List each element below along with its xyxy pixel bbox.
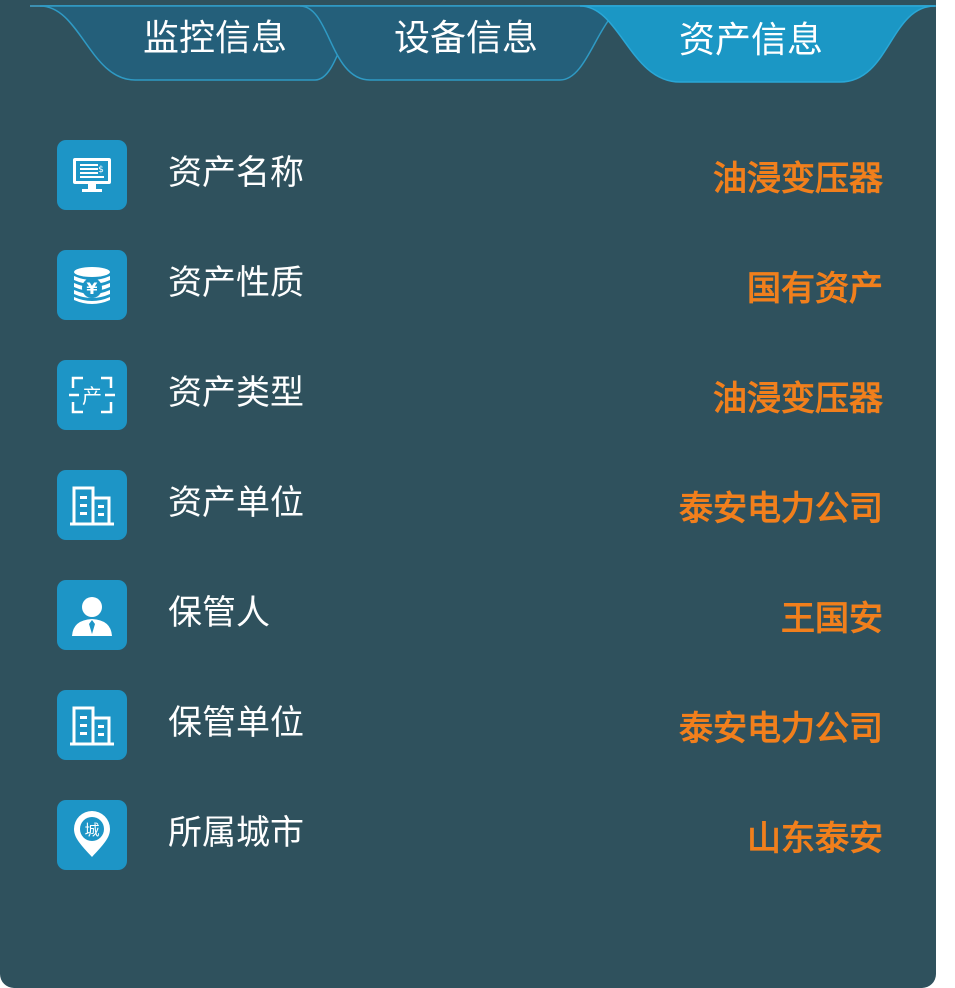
- info-row-custody-unit: 保管单位 泰安电力公司: [57, 690, 883, 760]
- info-row-asset-nature: ¥ 资产性质 国有资产: [57, 250, 883, 320]
- location-pin-icon: 城: [57, 800, 127, 870]
- building-icon: [57, 470, 127, 540]
- tab-device-info[interactable]: 设备信息: [391, 14, 541, 64]
- row-label: 资产类型: [168, 373, 304, 413]
- tab-bar: 监控信息 设备信息 资产信息: [0, 0, 936, 90]
- row-label: 保管人: [168, 593, 270, 633]
- row-value: 油浸变压器: [713, 159, 883, 199]
- person-icon: [57, 580, 127, 650]
- asset-type-icon: 产: [57, 360, 127, 430]
- info-row-asset-type: 产 资产类型 油浸变压器: [57, 360, 883, 430]
- pin-glyph: 城: [84, 821, 99, 839]
- row-label: 所属城市: [168, 813, 304, 853]
- asset-info-panel: 监控信息 设备信息 资产信息 $ 资产名称 油浸变压器 ¥ 资产性质 国有资产 …: [0, 0, 936, 988]
- info-row-asset-unit: 资产单位 泰安电力公司: [57, 470, 883, 540]
- monitor-icon: $: [57, 140, 127, 210]
- tab-asset-info[interactable]: 资产信息: [676, 16, 826, 66]
- row-label: 资产单位: [168, 483, 304, 523]
- row-value: 山东泰安: [747, 819, 883, 859]
- row-value: 油浸变压器: [713, 379, 883, 419]
- row-label: 资产名称: [168, 153, 304, 193]
- row-value: 国有资产: [747, 269, 883, 309]
- row-value: 王国安: [781, 599, 883, 639]
- info-row-city: 城 所属城市 山东泰安: [57, 800, 883, 870]
- coins-yen-icon: ¥: [57, 250, 127, 320]
- tab-monitor-info[interactable]: 监控信息: [140, 14, 290, 64]
- row-value: 泰安电力公司: [679, 489, 883, 529]
- svg-text:$: $: [98, 165, 104, 175]
- row-label: 资产性质: [168, 263, 304, 303]
- info-row-custodian: 保管人 王国安: [57, 580, 883, 650]
- building-icon: [57, 690, 127, 760]
- info-row-asset-name: $ 资产名称 油浸变压器: [57, 140, 883, 210]
- svg-text:¥: ¥: [86, 279, 97, 298]
- row-value: 泰安电力公司: [679, 709, 883, 749]
- row-label: 保管单位: [168, 703, 304, 743]
- asset-type-glyph: 产: [82, 384, 102, 408]
